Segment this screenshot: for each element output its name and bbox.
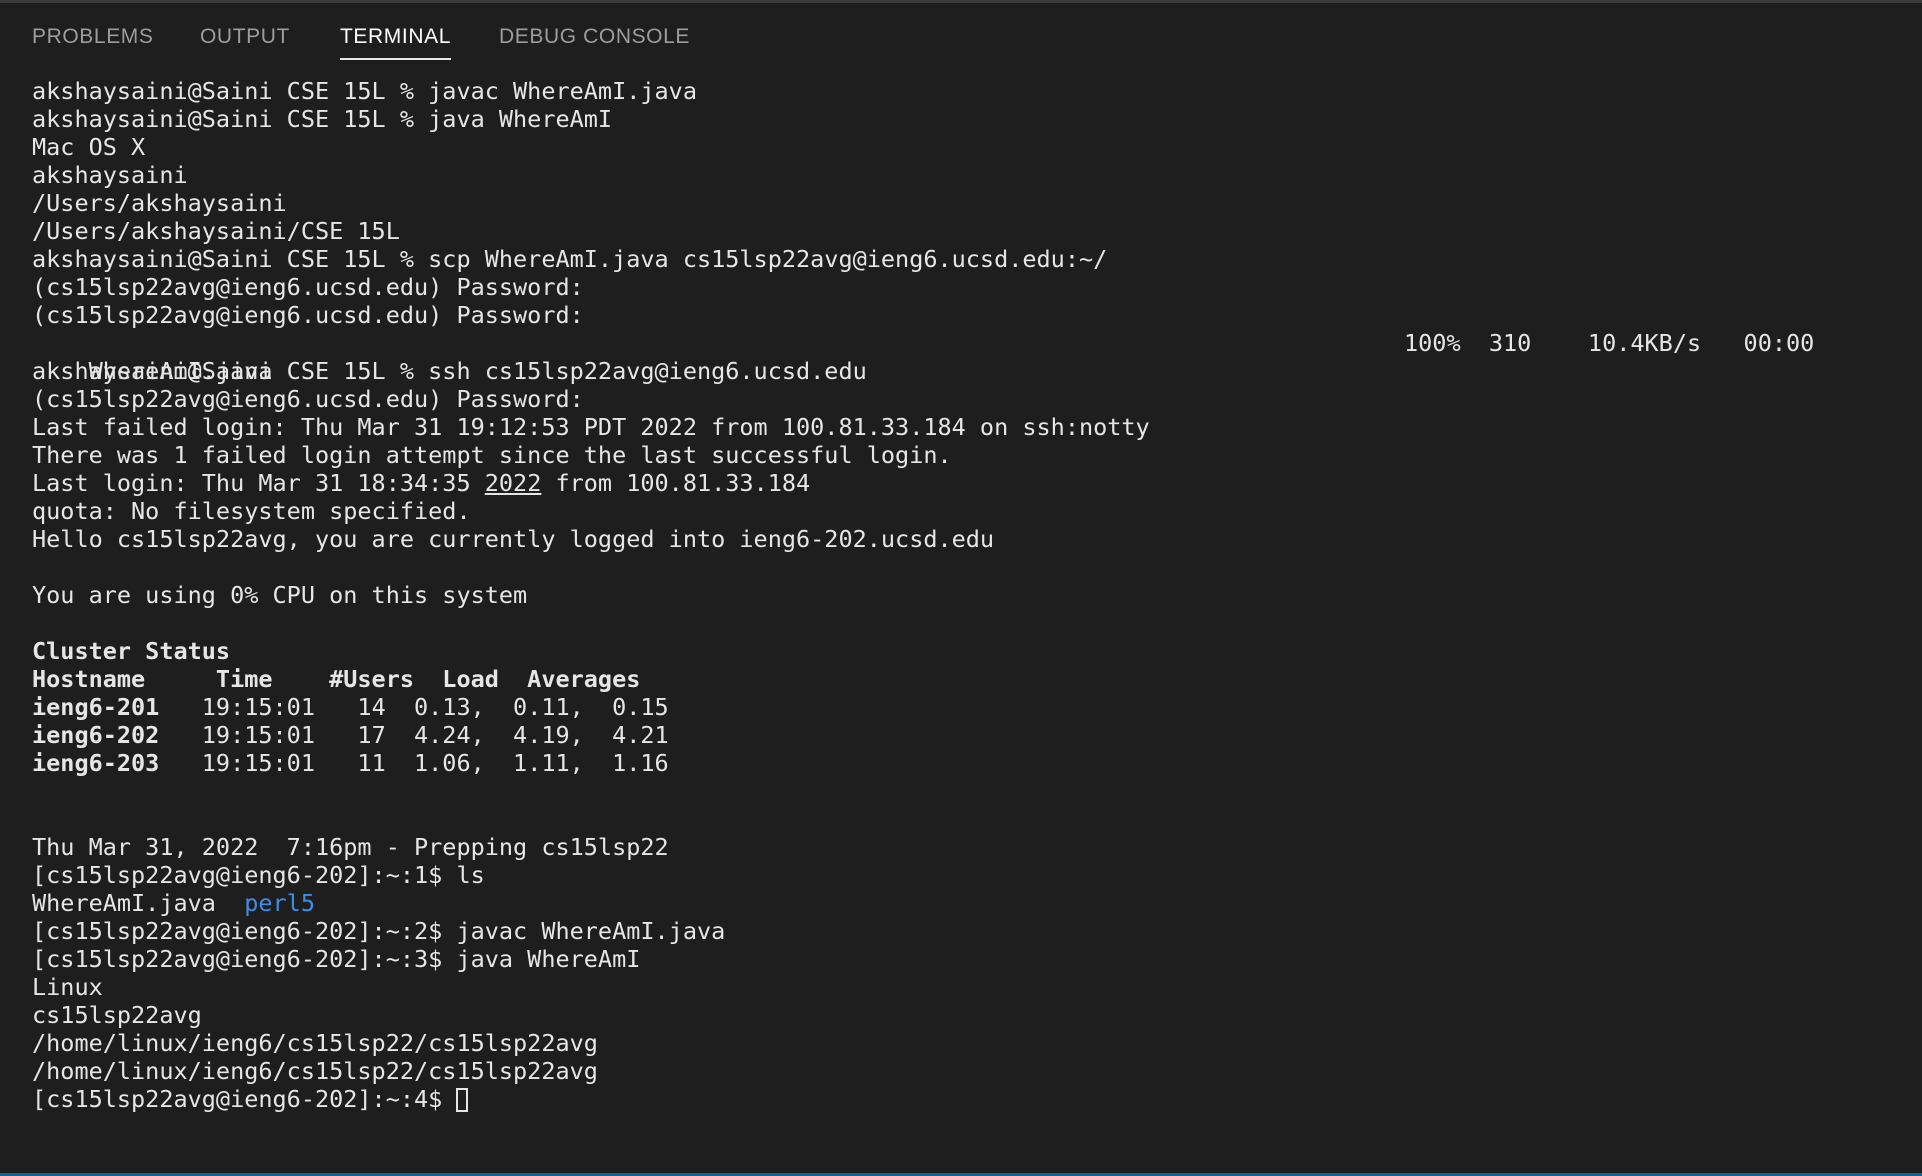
terminal-line: (cs15lsp22avg@ieng6.ucsd.edu) Password:	[32, 301, 584, 329]
cluster-status-row: ieng6-202 19:15:01 17 4.24, 4.19, 4.21	[32, 721, 1912, 749]
terminal-line: cs15lsp22avg	[32, 1001, 202, 1029]
last-login-suffix: from 100.81.33.184	[541, 469, 811, 497]
terminal-line: akshaysaini@Saini CSE 15L % scp WhereAmI…	[32, 245, 1108, 273]
cluster-hostname: ieng6-201	[32, 693, 160, 721]
cluster-status-row: ieng6-203 19:15:01 11 1.06, 1.11, 1.16	[32, 749, 1912, 777]
terminal-line: Hello cs15lsp22avg, you are currently lo…	[32, 525, 995, 553]
terminal-line: [cs15lsp22avg@ieng6-202]:~:2$ javac Wher…	[32, 917, 726, 945]
terminal-line: quota: No filesystem specified.	[32, 497, 471, 525]
terminal-line: akshaysaini@Saini CSE 15L % javac WhereA…	[32, 77, 697, 105]
terminal-prompt: [cs15lsp22avg@ieng6-202]:~:4$	[32, 1085, 457, 1113]
cluster-row-values: 19:15:01 17 4.24, 4.19, 4.21	[159, 721, 669, 749]
cluster-row-values: 19:15:01 14 0.13, 0.11, 0.15	[159, 693, 669, 721]
terminal-line: Linux	[32, 973, 103, 1001]
terminal-line: akshaysaini@Saini CSE 15L % ssh cs15lsp2…	[32, 357, 867, 385]
cluster-row-values: 19:15:01 11 1.06, 1.11, 1.16	[159, 749, 669, 777]
tab-terminal[interactable]: TERMINAL	[340, 25, 451, 60]
ls-file: WhereAmI.java	[32, 889, 245, 917]
terminal-line: /Users/akshaysaini	[32, 189, 287, 217]
cluster-status-header: Hostname Time #Users Load Averages	[32, 665, 641, 693]
last-login-prefix: Last login: Thu Mar 31 18:34:35	[32, 469, 485, 497]
terminal-line: /home/linux/ieng6/cs15lsp22/cs15lsp22avg	[32, 1057, 598, 1085]
tab-debug-console[interactable]: DEBUG CONSOLE	[499, 25, 690, 58]
last-login-year: 2022	[484, 469, 542, 497]
terminal-line: There was 1 failed login attempt since t…	[32, 441, 952, 469]
terminal-line: akshaysaini@Saini CSE 15L % java WhereAm…	[32, 105, 613, 133]
terminal-line-last-login: Last login: Thu Mar 31 18:34:35 2022 fro…	[32, 469, 1912, 497]
terminal-line: [cs15lsp22avg@ieng6-202]:~:1$ ls	[32, 861, 485, 889]
ls-directory: perl5	[244, 889, 315, 917]
terminal-line: Last failed login: Thu Mar 31 19:12:53 P…	[32, 413, 1150, 441]
cluster-status-title: Cluster Status	[32, 637, 231, 665]
tab-output[interactable]: OUTPUT	[200, 25, 290, 58]
terminal-line-ls-output: WhereAmI.java perl5	[32, 889, 1912, 917]
terminal-line: /Users/akshaysaini/CSE 15L	[32, 217, 400, 245]
terminal-line: (cs15lsp22avg@ieng6.ucsd.edu) Password:	[32, 385, 584, 413]
cluster-status-row: ieng6-201 19:15:01 14 0.13, 0.11, 0.15	[32, 693, 1912, 721]
terminal-line: Thu Mar 31, 2022 7:16pm - Prepping cs15l…	[32, 833, 669, 861]
terminal-line: [cs15lsp22avg@ieng6-202]:~:3$ java Where…	[32, 945, 641, 973]
terminal-line: (cs15lsp22avg@ieng6.ucsd.edu) Password:	[32, 273, 584, 301]
scp-transfer-stats: 100% 310 10.4KB/s 00:00	[1404, 329, 1815, 357]
terminal-prompt-line[interactable]: [cs15lsp22avg@ieng6-202]:~:4$	[32, 1085, 1912, 1113]
terminal-output[interactable]: akshaysaini@Saini CSE 15L % javac WhereA…	[32, 77, 1912, 1117]
terminal-line: Mac OS X	[32, 133, 146, 161]
terminal-cursor[interactable]	[456, 1088, 469, 1112]
cluster-hostname: ieng6-203	[32, 749, 160, 777]
terminal-line: /home/linux/ieng6/cs15lsp22/cs15lsp22avg	[32, 1029, 598, 1057]
cluster-hostname: ieng6-202	[32, 721, 160, 749]
panel-tab-bar: PROBLEMS OUTPUT TERMINAL DEBUG CONSOLE	[0, 3, 1922, 69]
terminal-line: akshaysaini	[32, 161, 188, 189]
terminal-line: You are using 0% CPU on this system	[32, 581, 528, 609]
tab-problems[interactable]: PROBLEMS	[32, 25, 154, 58]
terminal-line-scp-progress: WhereAmI.java 100% 310 10.4KB/s 00:00	[32, 329, 1912, 385]
